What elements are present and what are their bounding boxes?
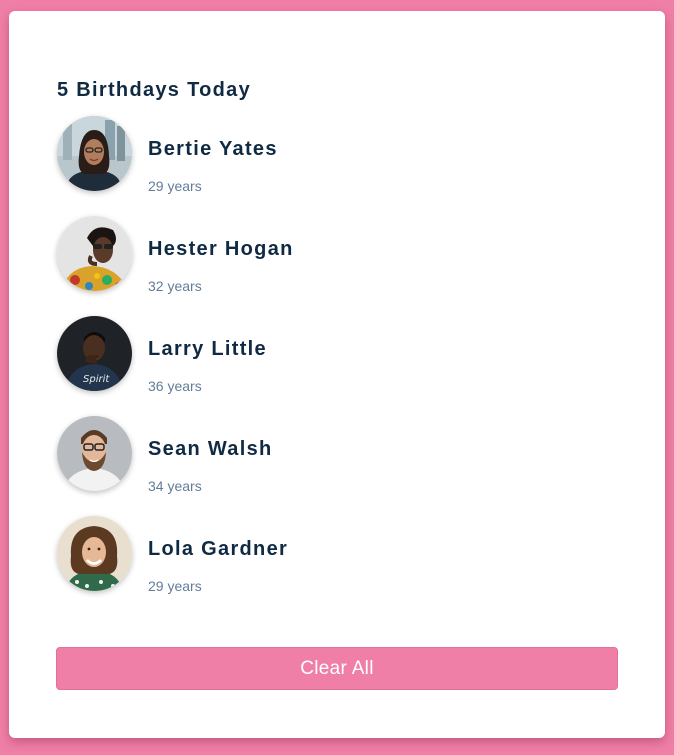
avatar [57, 416, 132, 491]
avatar-photo-woman-sunglasses-icon [57, 216, 132, 291]
person-age: 36 years [148, 378, 202, 394]
person-name: Sean Walsh [148, 438, 273, 460]
person-name: Lola Gardner [148, 538, 289, 560]
person-age: 34 years [148, 478, 202, 494]
list-item: Sean Walsh 34 years [57, 416, 617, 516]
person-name: Hester Hogan [148, 238, 294, 260]
avatar [57, 216, 132, 291]
avatar: Spirit [57, 316, 132, 391]
person-name: Larry Little [148, 338, 267, 360]
list-item: Hester Hogan 32 years [57, 216, 617, 316]
avatar [57, 116, 132, 191]
person-age: 32 years [148, 278, 202, 294]
avatar-photo-woman-curly-hair-icon [57, 516, 132, 591]
clear-all-button[interactable]: Clear All [56, 647, 618, 690]
list-item: Spirit Larry Little 36 years [57, 316, 617, 416]
person-age: 29 years [148, 578, 202, 594]
avatar-photo-woman-glasses-icon [57, 116, 132, 191]
avatar [57, 516, 132, 591]
birthday-card: 5 Birthdays Today Bertie Yates 29 years … [9, 11, 665, 738]
person-age: 29 years [148, 178, 202, 194]
avatar-photo-man-dark-background-icon: Spirit [57, 316, 132, 391]
list-item: Lola Gardner 29 years [57, 516, 617, 616]
list-item: Bertie Yates 29 years [57, 116, 617, 216]
birthday-count-heading: 5 Birthdays Today [57, 79, 251, 101]
people-list: Bertie Yates 29 years Hester Hogan 32 ye… [57, 116, 617, 616]
svg-text:Spirit: Spirit [83, 374, 110, 385]
person-name: Bertie Yates [148, 138, 278, 160]
avatar-photo-man-beard-glasses-icon [57, 416, 132, 491]
